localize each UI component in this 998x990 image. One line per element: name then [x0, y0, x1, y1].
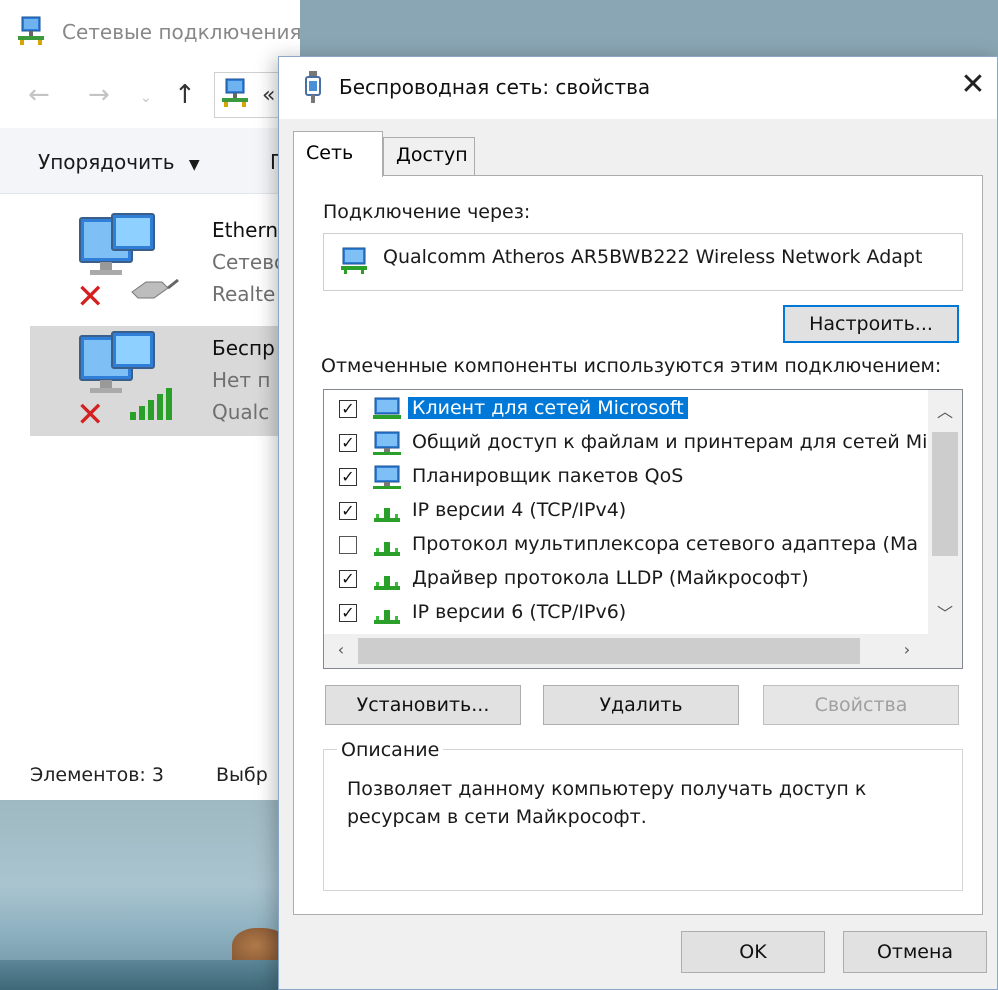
connect-via-label: Подключение через: [323, 201, 531, 223]
list-item[interactable]: ✓ Планировщик пакетов QoS [324, 460, 928, 494]
chevron-down-icon: ▼ [188, 157, 200, 173]
tab-sharing[interactable]: Доступ [383, 137, 475, 175]
scroll-up-icon[interactable]: ︿ [928, 398, 962, 422]
network-connections-icon [18, 16, 44, 45]
list-item[interactable]: ✓ Драйвер протокола LLDP (Майкрософт) [324, 562, 928, 596]
component-checkbox[interactable]: ✓ [339, 604, 357, 622]
component-checkbox[interactable]: ✓ [339, 434, 357, 452]
component-checkbox[interactable]: ✓ [339, 400, 357, 418]
list-item[interactable]: ✓ Клиент для сетей Microsoft [324, 392, 928, 426]
network-protocol-icon [374, 576, 400, 590]
network-protocol-icon [374, 508, 400, 522]
component-label: Общий доступ к файлам и принтерам для се… [412, 431, 928, 453]
vertical-scrollbar[interactable]: ︿ ﹀ [928, 390, 962, 634]
connection-adapter: Qualc [212, 400, 270, 424]
status-selected: Выбр [216, 764, 268, 786]
list-item[interactable]: ✓ IP версии 6 (TCP/IPv6) [324, 596, 928, 630]
connection-adapter: Realte [212, 282, 276, 306]
components-label: Отмеченные компоненты используются этим … [321, 355, 942, 377]
scroll-down-icon[interactable]: ﹀ [928, 600, 962, 624]
explorer-title: Сетевые подключения [62, 20, 302, 44]
component-label: IP версии 6 (TCP/IPv6) [412, 601, 627, 623]
properties-dialog: Беспроводная сеть: свойства ✕ Сеть Досту… [278, 56, 998, 990]
component-label: Протокол мультиплексора сетевого адаптер… [412, 533, 918, 555]
scroll-left-icon[interactable]: ‹ [324, 640, 358, 659]
network-adapter-icon [305, 71, 321, 103]
status-items-count: Элементов: 3 [30, 764, 164, 786]
svg-text:✕: ✕ [76, 277, 105, 312]
list-item[interactable]: ✓ IP версии 4 (TCP/IPv4) [324, 494, 928, 528]
horizontal-scroll-thumb[interactable] [358, 638, 860, 664]
configure-button[interactable]: Настроить... [783, 305, 959, 343]
ethernet-adapter-icon: ✕ [76, 213, 179, 312]
forward-arrow-icon[interactable]: → [88, 80, 110, 110]
network-client-icon [373, 397, 401, 419]
organize-label: Упорядочить [38, 150, 175, 174]
list-item[interactable]: Протокол мультиплексора сетевого адаптер… [324, 528, 928, 562]
network-service-icon [373, 465, 401, 489]
component-label: Клиент для сетей Microsoft [408, 397, 688, 419]
horizontal-scrollbar[interactable]: ‹ › [324, 634, 962, 668]
component-checkbox[interactable] [339, 536, 357, 554]
ok-button[interactable]: OK [681, 931, 825, 973]
vertical-scroll-thumb[interactable] [932, 432, 958, 556]
network-adapter-icon [341, 247, 367, 274]
component-checkbox[interactable]: ✓ [339, 570, 357, 588]
network-connections-icon [222, 78, 248, 107]
adapter-name: Qualcomm Atheros AR5BWB222 Wireless Netw… [383, 246, 923, 268]
scroll-right-icon[interactable]: › [890, 640, 924, 659]
component-label: IP версии 4 (TCP/IPv4) [412, 499, 627, 521]
cancel-button[interactable]: Отмена [843, 931, 987, 973]
organize-button[interactable]: Упорядочить ▼ [38, 150, 200, 174]
install-button[interactable]: Установить... [325, 685, 521, 725]
address-breadcrumb[interactable]: « [262, 83, 275, 108]
list-item[interactable]: ✓ Общий доступ к файлам и принтерам для … [324, 426, 928, 460]
network-protocol-icon [374, 542, 400, 556]
component-label: Планировщик пакетов QoS [412, 465, 684, 487]
network-protocol-icon [374, 610, 400, 624]
properties-button[interactable]: Свойства [763, 685, 959, 725]
components-list[interactable]: ✓ Клиент для сетей Microsoft ✓ Общий дос… [323, 389, 963, 669]
connection-status: Нет п [212, 368, 271, 392]
remove-button[interactable]: Удалить [543, 685, 739, 725]
connection-name: Беспр [212, 336, 275, 360]
svg-text:✕: ✕ [76, 395, 105, 430]
description-legend: Описание [337, 739, 444, 761]
tab-network[interactable]: Сеть [293, 131, 383, 177]
chevron-down-icon[interactable]: ⌄ [140, 90, 152, 106]
up-arrow-icon[interactable]: ↑ [174, 80, 196, 110]
network-service-icon [373, 431, 401, 455]
close-icon[interactable]: ✕ [955, 67, 991, 103]
wireless-adapter-icon: ✕ [76, 331, 172, 430]
back-arrow-icon[interactable]: ← [28, 80, 50, 110]
connection-name: Ethern [212, 218, 279, 242]
connection-status: Сетево [212, 250, 287, 274]
desktop-water-image [0, 960, 300, 990]
dialog-title: Беспроводная сеть: свойства [339, 75, 651, 99]
description-text: Позволяет данному компьютеру получать до… [347, 778, 867, 828]
component-checkbox[interactable]: ✓ [339, 468, 357, 486]
component-label: Драйвер протокола LLDP (Майкрософт) [412, 567, 809, 589]
component-checkbox[interactable]: ✓ [339, 502, 357, 520]
